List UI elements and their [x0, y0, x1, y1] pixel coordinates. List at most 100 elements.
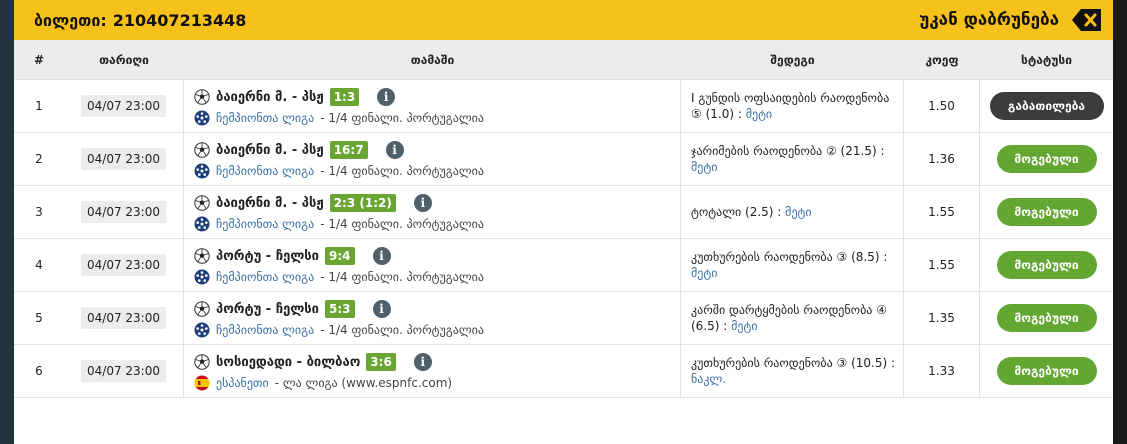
status-button[interactable]: მოგებული	[996, 251, 1097, 279]
row-result-cell: ტოტალი (2.5) : მეტი	[681, 186, 904, 238]
league-link[interactable]: ჩემპიონთა ლიგა	[216, 217, 314, 231]
info-icon[interactable]: i	[372, 247, 391, 265]
col-match: თამაში	[410, 52, 455, 67]
status-button[interactable]: მოგებული	[996, 357, 1097, 385]
soccer-ball-icon	[194, 142, 210, 158]
row-result-cell: ჯარიმების რაოდენობა ② (21.5) : მეტი	[681, 133, 904, 185]
row-odd: 1.50	[904, 80, 980, 132]
info-icon[interactable]: i	[413, 353, 432, 371]
result-text: ჯარიმების რაოდენობა ② (21.5) :	[691, 144, 885, 158]
row-number: 2	[35, 152, 43, 166]
result-text: კარში დარტყმების რაოდენობა ④ (6.5) :	[691, 303, 887, 333]
col-status: სტატუსი	[1021, 52, 1072, 67]
result-pick: მეტი	[691, 160, 718, 174]
table-row: 5 04/07 23:00 პორტუ - ჩელსი 5:3 i ჩემპიო…	[14, 292, 1113, 345]
row-match-cell: პორტუ - ჩელსი 9:4 i ჩემპიონთა ლიგა - 1/4…	[184, 239, 681, 291]
row-result-cell: I გუნდის ოფსაიდების რაოდენობა ⑤ (1.0) : …	[681, 80, 904, 132]
result-pick: მეტი	[731, 319, 758, 333]
row-match-cell: ბაიერნი მ. - პსჟ 16:7 i ჩემპიონთა ლიგა -…	[184, 133, 681, 185]
ticket-id: ბილეთი: 210407213448	[34, 11, 246, 30]
close-icon[interactable]	[1071, 7, 1103, 33]
col-odd: კოეფ	[925, 52, 959, 67]
status-button[interactable]: მოგებული	[996, 145, 1097, 173]
back-button[interactable]: უკან დაბრუნება	[919, 7, 1103, 33]
row-status-cell: მოგებული	[980, 186, 1113, 238]
table-row: 4 04/07 23:00 პორტუ - ჩელსი 9:4 i ჩემპიო…	[14, 239, 1113, 292]
spain-flag-icon	[194, 375, 210, 391]
row-date-cell: 04/07 23:00	[64, 133, 184, 185]
row-odd: 1.35	[904, 292, 980, 344]
row-status-cell: მოგებული	[980, 133, 1113, 185]
row-match-cell: სოსიედადი - ბილბაო 3:6 i ესპანეთი - ლა ლ…	[184, 345, 681, 397]
row-number: 1	[35, 99, 43, 113]
background-left	[0, 0, 14, 444]
league-link[interactable]: ჩემპიონთა ლიგა	[216, 323, 314, 337]
champions-league-icon	[194, 216, 210, 232]
status-button[interactable]: გაბათილება	[989, 92, 1104, 120]
row-match-cell: ბაიერნი მ. - პსჟ 1:3 i ჩემპიონთა ლიგა - …	[184, 80, 681, 132]
match-name[interactable]: პორტუ - ჩელსი	[216, 302, 319, 317]
status-button[interactable]: მოგებული	[996, 304, 1097, 332]
soccer-ball-icon	[194, 301, 210, 317]
row-status-cell: გაბათილება	[980, 80, 1113, 132]
league-stage: - 1/4 ფინალი. პორტუგალია	[320, 111, 484, 125]
row-date: 04/07 23:00	[81, 307, 166, 329]
row-result-cell: კუთხურების რაოდენობა ③ (8.5) : მეტი	[681, 239, 904, 291]
info-icon[interactable]: i	[385, 141, 404, 159]
row-date-cell: 04/07 23:00	[64, 80, 184, 132]
info-icon[interactable]: i	[377, 88, 396, 106]
match-name[interactable]: ბაიერნი მ. - პსჟ	[216, 143, 324, 158]
row-odd: 1.33	[904, 345, 980, 397]
row-number: 3	[35, 205, 43, 219]
league-link[interactable]: ჩემპიონთა ლიგა	[216, 164, 314, 178]
background-right	[1113, 0, 1127, 444]
champions-league-icon	[194, 322, 210, 338]
col-result: შედეგი	[770, 52, 815, 67]
status-button[interactable]: მოგებული	[996, 198, 1097, 226]
result-pick: მეტი	[691, 266, 718, 280]
result-text: I გუნდის ოფსაიდების რაოდენობა ⑤ (1.0) :	[691, 91, 890, 121]
ticket-label: ბილეთი:	[34, 10, 107, 30]
row-status-cell: მოგებული	[980, 345, 1113, 397]
match-name[interactable]: ბაიერნი მ. - პსჟ	[216, 90, 324, 105]
table-header: # თარიღი თამაში შედეგი კოეფ სტატუსი	[14, 40, 1113, 80]
score-badge: 5:3	[325, 300, 355, 318]
league-link[interactable]: ჩემპიონთა ლიგა	[216, 270, 314, 284]
row-odd: 1.55	[904, 186, 980, 238]
league-link[interactable]: ესპანეთი	[216, 376, 269, 390]
soccer-ball-icon	[194, 354, 210, 370]
league-stage: - ლა ლიგა (www.espnfc.com)	[274, 376, 453, 390]
row-match-cell: პორტუ - ჩელსი 5:3 i ჩემპიონთა ლიგა - 1/4…	[184, 292, 681, 344]
score-badge: 9:4	[325, 247, 355, 265]
info-icon[interactable]: i	[372, 300, 391, 318]
row-match-cell: ბაიერნი მ. - პსჟ 2:3 (1:2) i ჩემპიონთა ლ…	[184, 186, 681, 238]
table-row: 6 04/07 23:00 სოსიედადი - ბილბაო 3:6 i ე…	[14, 345, 1113, 398]
info-icon[interactable]: i	[413, 194, 432, 212]
match-name[interactable]: პორტუ - ჩელსი	[216, 249, 319, 264]
row-status-cell: მოგებული	[980, 292, 1113, 344]
table-row: 1 04/07 23:00 ბაიერნი მ. - პსჟ 1:3 i ჩემ…	[14, 80, 1113, 133]
row-date: 04/07 23:00	[81, 95, 166, 117]
row-date: 04/07 23:00	[81, 360, 166, 382]
row-date-cell: 04/07 23:00	[64, 186, 184, 238]
table-row: 2 04/07 23:00 ბაიერნი მ. - პსჟ 16:7 i ჩე…	[14, 133, 1113, 186]
row-date: 04/07 23:00	[81, 201, 166, 223]
score-badge: 2:3 (1:2)	[329, 194, 396, 212]
col-date: თარიღი	[99, 52, 149, 67]
modal-header: ბილეთი: 210407213448 უკან დაბრუნება	[14, 0, 1113, 40]
row-result-cell: კუთხურების რაოდენობა ③ (10.5) : ნაკლ.	[681, 345, 904, 397]
row-odd: 1.36	[904, 133, 980, 185]
row-date-cell: 04/07 23:00	[64, 239, 184, 291]
row-number: 6	[35, 364, 43, 378]
result-text: ტოტალი (2.5) :	[691, 205, 782, 219]
league-link[interactable]: ჩემპიონთა ლიგა	[216, 111, 314, 125]
league-stage: - 1/4 ფინალი. პორტუგალია	[320, 217, 484, 231]
soccer-ball-icon	[194, 248, 210, 264]
row-date: 04/07 23:00	[81, 148, 166, 170]
result-pick: მეტი	[745, 107, 773, 121]
champions-league-icon	[194, 163, 210, 179]
row-odd: 1.55	[904, 239, 980, 291]
score-badge: 16:7	[329, 141, 368, 159]
match-name[interactable]: სოსიედადი - ბილბაო	[216, 355, 360, 370]
match-name[interactable]: ბაიერნი მ. - პსჟ	[216, 196, 324, 211]
